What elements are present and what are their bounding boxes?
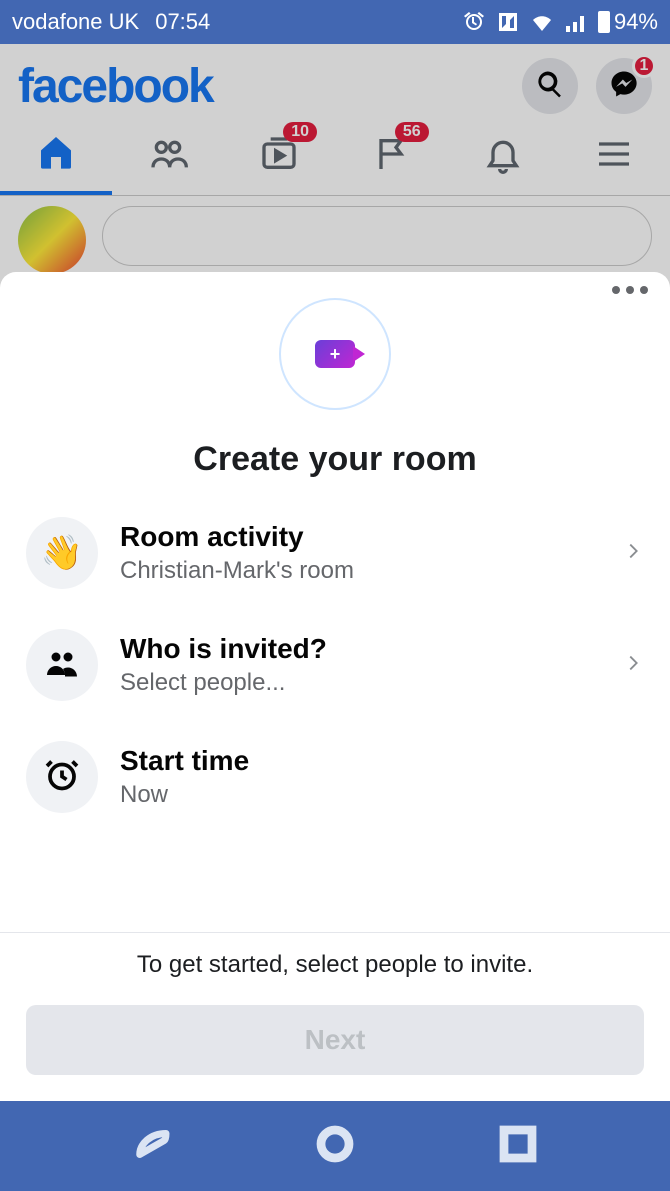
who-invited-row[interactable]: Who is invited? Select people...: [26, 609, 644, 721]
nav-home-button[interactable]: [314, 1123, 356, 1170]
nav-recents-button[interactable]: [497, 1123, 539, 1170]
wave-icon: 👋: [41, 533, 83, 573]
battery-percent: 94%: [614, 9, 658, 35]
tab-menu[interactable]: [558, 118, 670, 195]
clock-icon: [44, 757, 80, 798]
hamburger-icon: [594, 134, 634, 179]
start-time-row[interactable]: Start time Now: [26, 721, 644, 833]
people-icon: [44, 645, 80, 686]
more-icon: [612, 286, 620, 294]
who-invited-label: Who is invited?: [120, 633, 600, 665]
nav-back-button[interactable]: [131, 1123, 173, 1170]
create-room-sheet: + Create your room 👋 Room activity Chris…: [0, 272, 670, 1101]
flag-badge: 56: [395, 122, 429, 142]
sheet-title: Create your room: [193, 440, 476, 479]
signal-icon: [564, 10, 588, 34]
more-options-button[interactable]: [612, 286, 648, 294]
android-status-bar: vodafone UK 07:54 94%: [0, 0, 670, 44]
chevron-right-icon: [622, 652, 644, 679]
who-invited-value: Select people...: [120, 669, 600, 697]
next-button[interactable]: Next: [26, 1005, 644, 1075]
battery-icon: [598, 11, 610, 33]
tab-flag[interactable]: 56: [335, 118, 447, 195]
home-icon: [36, 132, 76, 177]
nfc-icon: [496, 10, 520, 34]
friends-icon: [148, 134, 188, 179]
messenger-badge: 1: [632, 54, 656, 78]
alarm-icon: [462, 10, 486, 34]
navigation-tabs: 10 56: [0, 118, 670, 196]
hint-text: To get started, select people to invite.: [26, 951, 644, 979]
room-activity-row[interactable]: 👋 Room activity Christian-Mark's room: [26, 497, 644, 609]
bell-icon: [483, 134, 523, 179]
room-activity-label: Room activity: [120, 521, 600, 553]
tab-home[interactable]: [0, 118, 112, 195]
chevron-right-icon: [622, 540, 644, 567]
facebook-logo: facebook: [18, 59, 213, 114]
video-plus-icon: +: [315, 340, 355, 368]
battery-indicator: 94%: [598, 9, 658, 35]
clock-label: 07:54: [155, 9, 210, 35]
watch-badge: 10: [283, 122, 317, 142]
start-time-value: Now: [120, 781, 644, 809]
start-time-label: Start time: [120, 745, 644, 777]
android-nav-bar: [0, 1101, 670, 1191]
create-room-hero-icon: +: [279, 298, 391, 410]
wifi-icon: [530, 10, 554, 34]
story-avatar[interactable]: [18, 206, 86, 274]
room-activity-value: Christian-Mark's room: [120, 557, 600, 585]
carrier-label: vodafone UK: [12, 9, 139, 35]
search-button[interactable]: [522, 58, 578, 114]
search-icon: [535, 69, 565, 104]
status-prompt[interactable]: [102, 206, 652, 266]
tab-watch[interactable]: 10: [223, 118, 335, 195]
tab-friends[interactable]: [112, 118, 224, 195]
background-app: facebook 1: [0, 44, 670, 288]
messenger-button[interactable]: 1: [596, 58, 652, 114]
tab-notifications[interactable]: [447, 118, 559, 195]
